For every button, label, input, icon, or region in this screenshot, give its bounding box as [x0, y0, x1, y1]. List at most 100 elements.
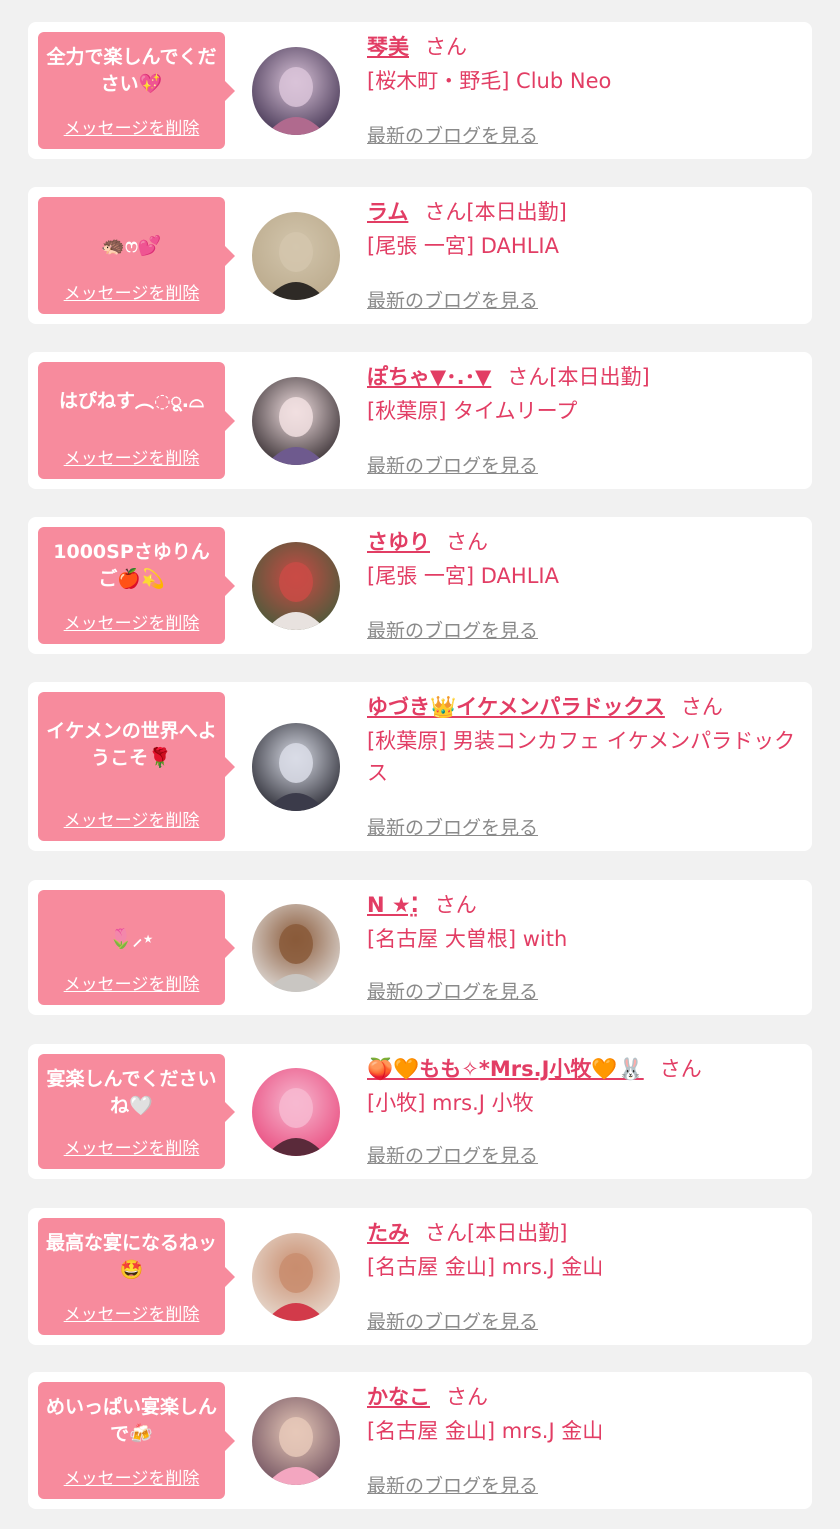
- latest-blog-link[interactable]: 最新のブログを見る: [367, 121, 538, 148]
- message-text: 🦔ෆ💕: [101, 235, 162, 257]
- honorific-label: さん: [425, 1221, 467, 1245]
- latest-blog-link[interactable]: 最新のブログを見る: [367, 1471, 538, 1498]
- message-card: めいっぱい宴楽しんで🍻 メッセージを削除 かなこ さん [名古屋 金山] mrs.J 金…: [28, 1372, 812, 1509]
- cast-info: ゆづき👑イケメンパラドックス さん [秋葉原] 男装コンカフェ イケメンパラドックス: [367, 692, 800, 789]
- message-text: はぴねす︵◌ू.⌓: [58, 390, 205, 412]
- message-card: はぴねす︵◌ू.⌓ メッセージを削除 ぽちゃ▼･.･▼ さん[本日出勤] [秋葉原] タ…: [28, 352, 812, 489]
- cast-name-link[interactable]: 🍑🧡もも✧*Mrs.J小牧🧡🐰: [367, 1057, 644, 1081]
- cast-name-line: ゆづき👑イケメンパラドックス さん: [367, 692, 800, 722]
- message-bubble: はぴねす︵◌ू.⌓ メッセージを削除: [38, 362, 235, 479]
- shop-label: [桜木町・野毛] Club Neo: [367, 69, 612, 93]
- cast-info: 🍑🧡もも✧*Mrs.J小牧🧡🐰 さん [小牧] mrs.J 小牧: [367, 1054, 800, 1119]
- message-text: 宴楽しんでくださいね🤍: [46, 1068, 217, 1117]
- cast-name-link[interactable]: ゆづき👑イケメンパラドックス: [367, 695, 665, 719]
- delete-message-link[interactable]: メッセージを削除: [38, 114, 225, 139]
- cast-name-link[interactable]: N ★⁚̤: [367, 893, 419, 917]
- shop-label: [尾張 一宮] DAHLIA: [367, 564, 559, 588]
- delete-message-link[interactable]: メッセージを削除: [38, 609, 225, 634]
- avatar[interactable]: [252, 46, 340, 135]
- shop-label: [名古屋 大曽根] with: [367, 927, 568, 951]
- cast-name-line: 琴美 さん: [367, 32, 800, 62]
- shop-label: [名古屋 金山] mrs.J 金山: [367, 1419, 604, 1443]
- avatar[interactable]: [252, 1396, 340, 1485]
- cast-name-link[interactable]: たみ: [367, 1221, 409, 1245]
- message-bubble: 1000SPさゆりんご🍎💫 メッセージを削除: [38, 527, 235, 644]
- delete-message-link[interactable]: メッセージを削除: [38, 970, 225, 995]
- cast-info: さゆり さん [尾張 一宮] DAHLIA: [367, 527, 800, 592]
- message-bubble: 宴楽しんでくださいね🤍 メッセージを削除: [38, 1054, 235, 1169]
- delete-message-link[interactable]: メッセージを削除: [38, 1464, 225, 1489]
- honorific-label: さん: [680, 695, 723, 719]
- cast-name-line: N ★⁚̤ さん: [367, 890, 800, 920]
- cast-info: ぽちゃ▼･.･▼ さん[本日出勤] [秋葉原] タイムリープ: [367, 362, 800, 427]
- cast-info: 琴美 さん [桜木町・野毛] Club Neo: [367, 32, 800, 97]
- message-card: 1000SPさゆりんご🍎💫 メッセージを削除 さゆり さん [尾張 一宮] DAHLIA…: [28, 517, 812, 654]
- message-card: イケメンの世界へようこそ🌹 メッセージを削除 ゆづき👑イケメンパラドックス さん [秋葉…: [28, 682, 812, 851]
- message-text: イケメンの世界へようこそ🌹: [46, 720, 217, 769]
- latest-blog-link[interactable]: 最新のブログを見る: [367, 977, 538, 1004]
- delete-message-link[interactable]: メッセージを削除: [38, 279, 225, 304]
- latest-blog-link[interactable]: 最新のブログを見る: [367, 813, 538, 840]
- message-text: 全力で楽しんでください💖: [46, 46, 217, 95]
- cast-info: ラム さん[本日出勤] [尾張 一宮] DAHLIA: [367, 197, 800, 262]
- avatar[interactable]: [252, 211, 340, 300]
- cast-name-line: ぽちゃ▼･.･▼ さん[本日出勤]: [367, 362, 800, 392]
- latest-blog-link[interactable]: 最新のブログを見る: [367, 1307, 538, 1334]
- honorific-label: さん: [425, 35, 467, 59]
- message-card: 🦔ෆ💕 メッセージを削除 ラム さん[本日出勤] [尾張 一宮] DAHLIA 最新のブロ…: [28, 187, 812, 324]
- shop-label: [秋葉原] 男装コンカフェ イケメンパラドックス: [367, 729, 796, 785]
- delete-message-link[interactable]: メッセージを削除: [38, 806, 225, 831]
- shop-label: [名古屋 金山] mrs.J 金山: [367, 1255, 604, 1279]
- cast-name-link[interactable]: 琴美: [367, 35, 409, 59]
- cast-name-link[interactable]: ぽちゃ▼･.･▼: [367, 365, 491, 389]
- cast-name-link[interactable]: さゆり: [367, 530, 430, 554]
- cast-name-line: かなこ さん: [367, 1382, 800, 1412]
- honorific-label: さん: [507, 365, 550, 389]
- cast-info: たみ さん[本日出勤] [名古屋 金山] mrs.J 金山: [367, 1218, 800, 1283]
- avatar[interactable]: [252, 722, 340, 811]
- cast-name-link[interactable]: ラム: [367, 200, 408, 224]
- shop-label: [尾張 一宮] DAHLIA: [367, 234, 559, 258]
- honorific-label: さん: [424, 200, 467, 224]
- cast-name-line: さゆり さん: [367, 527, 800, 557]
- message-text: 1000SPさゆりんご🍎💫: [53, 541, 210, 590]
- latest-blog-link[interactable]: 最新のブログを見る: [367, 1141, 538, 1168]
- message-card: 宴楽しんでくださいね🤍 メッセージを削除 🍑🧡もも✧*Mrs.J小牧🧡🐰 さん [小牧]…: [28, 1044, 812, 1179]
- avatar[interactable]: [252, 376, 340, 465]
- message-text: めいっぱい宴楽しんで🍻: [45, 1396, 217, 1445]
- cast-name-line: 🍑🧡もも✧*Mrs.J小牧🧡🐰 さん: [367, 1054, 800, 1084]
- shop-label: [小牧] mrs.J 小牧: [367, 1091, 534, 1115]
- delete-message-link[interactable]: メッセージを削除: [38, 1300, 225, 1325]
- delete-message-link[interactable]: メッセージを削除: [38, 444, 225, 469]
- message-bubble: 🌷⸝⋆ メッセージを削除: [38, 890, 235, 1005]
- message-card: 全力で楽しんでください💖 メッセージを削除 琴美 さん [桜木町・野毛] Club Ne…: [28, 22, 812, 159]
- latest-blog-link[interactable]: 最新のブログを見る: [367, 616, 538, 643]
- message-text: 🌷⸝⋆: [108, 928, 155, 950]
- message-bubble: イケメンの世界へようこそ🌹 メッセージを削除: [38, 692, 235, 841]
- avatar[interactable]: [252, 541, 340, 630]
- avatar[interactable]: [252, 1232, 340, 1321]
- working-today-label: [本日出勤]: [467, 1221, 568, 1245]
- latest-blog-link[interactable]: 最新のブログを見る: [367, 451, 538, 478]
- message-bubble: めいっぱい宴楽しんで🍻 メッセージを削除: [38, 1382, 235, 1499]
- cast-name-link[interactable]: かなこ: [367, 1385, 430, 1409]
- avatar[interactable]: [252, 903, 340, 992]
- honorific-label: さん: [659, 1057, 702, 1081]
- message-bubble: 全力で楽しんでください💖 メッセージを削除: [38, 32, 235, 149]
- message-text: 最高な宴になるねッ🤩: [45, 1232, 217, 1281]
- avatar[interactable]: [252, 1067, 340, 1156]
- message-bubble: 最高な宴になるねッ🤩 メッセージを削除: [38, 1218, 235, 1335]
- shop-label: [秋葉原] タイムリープ: [367, 399, 578, 423]
- delete-message-link[interactable]: メッセージを削除: [38, 1134, 225, 1159]
- cast-name-line: たみ さん[本日出勤]: [367, 1218, 800, 1248]
- honorific-label: さん: [446, 1385, 488, 1409]
- honorific-label: さん: [434, 893, 477, 917]
- message-card: 🌷⸝⋆ メッセージを削除 N ★⁚̤ さん [名古屋 大曽根] with 最新のブログを見…: [28, 880, 812, 1015]
- cast-info: N ★⁚̤ さん [名古屋 大曽根] with: [367, 890, 800, 955]
- message-card: 最高な宴になるねッ🤩 メッセージを削除 たみ さん[本日出勤] [名古屋 金山] mrs…: [28, 1208, 812, 1345]
- working-today-label: [本日出勤]: [466, 200, 567, 224]
- latest-blog-link[interactable]: 最新のブログを見る: [367, 286, 538, 313]
- message-bubble: 🦔ෆ💕 メッセージを削除: [38, 197, 235, 314]
- cast-name-line: ラム さん[本日出勤]: [367, 197, 800, 227]
- cast-info: かなこ さん [名古屋 金山] mrs.J 金山: [367, 1382, 800, 1447]
